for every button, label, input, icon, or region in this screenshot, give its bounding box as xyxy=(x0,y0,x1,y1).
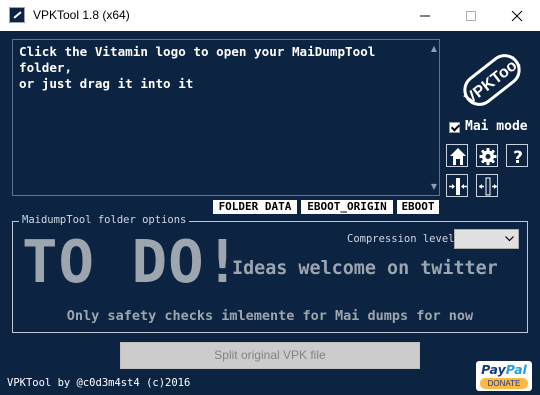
safety-note: Only safety checks imlemente for Mai dum… xyxy=(66,308,474,324)
minimize-icon xyxy=(420,15,430,17)
maximize-button[interactable] xyxy=(448,0,494,31)
minimize-button[interactable] xyxy=(402,0,448,31)
svg-text:?: ? xyxy=(513,148,523,168)
mai-mode-label: Mai mode xyxy=(465,119,528,134)
ideas-text: Ideas welcome on twitter xyxy=(232,258,498,279)
home-icon xyxy=(450,148,466,165)
paypal-logo: PayPal xyxy=(476,362,532,377)
instruction-text: Click the Vitamin logo to open your MaiD… xyxy=(19,44,376,91)
scroll-down-icon[interactable]: ▼ xyxy=(431,182,437,191)
compress-icon xyxy=(449,178,467,195)
help-icon: ? xyxy=(513,148,523,168)
compress-button[interactable] xyxy=(446,174,468,197)
vitamin-logo[interactable]: VPKTool xyxy=(447,41,537,119)
home-button[interactable] xyxy=(446,144,468,167)
paypal-word-pay: Pay xyxy=(481,362,506,377)
title-bar[interactable]: VPKTool 1.8 (x64) xyxy=(0,0,540,31)
app-icon xyxy=(9,7,25,23)
gear-icon xyxy=(479,148,497,165)
compression-level-label: Compression level xyxy=(347,233,455,245)
donate-label: DONATE xyxy=(480,378,528,389)
help-button[interactable]: ? xyxy=(506,144,528,168)
todo-heading: TO DO! xyxy=(22,227,242,296)
window-title: VPKTool 1.8 (x64) xyxy=(33,8,130,22)
compression-level-select[interactable] xyxy=(454,229,519,249)
vertical-scrollbar[interactable]: ▲ ▼ xyxy=(423,40,439,195)
close-icon xyxy=(511,10,523,22)
drop-target-panel[interactable]: Click the Vitamin logo to open your MaiD… xyxy=(12,39,440,196)
scroll-up-icon[interactable]: ▲ xyxy=(431,44,437,53)
split-vpk-button[interactable]: Split original VPK file xyxy=(120,342,420,369)
paypal-word-pal: Pal xyxy=(505,362,527,377)
maidump-options-legend: MaidumpTool folder options xyxy=(19,214,190,226)
eboot-origin-tag: EBOOT_ORIGIN xyxy=(301,200,393,214)
paypal-donate-button[interactable]: PayPal DONATE xyxy=(476,361,532,391)
vitamin-logo-graphic: VPKTool xyxy=(461,52,524,108)
eboot-tag: EBOOT xyxy=(397,200,439,214)
settings-button[interactable] xyxy=(476,144,498,167)
chevron-down-icon xyxy=(505,236,514,242)
extract-button[interactable] xyxy=(476,174,498,197)
folder-data-tag: FOLDER DATA xyxy=(213,200,297,214)
credit-text: VPKTool by @c0d3m4st4 (c)2016 xyxy=(7,377,191,389)
extract-icon xyxy=(479,177,497,196)
mai-mode-checkbox[interactable] xyxy=(449,122,460,133)
close-button[interactable] xyxy=(494,0,540,31)
maximize-icon xyxy=(466,11,476,21)
